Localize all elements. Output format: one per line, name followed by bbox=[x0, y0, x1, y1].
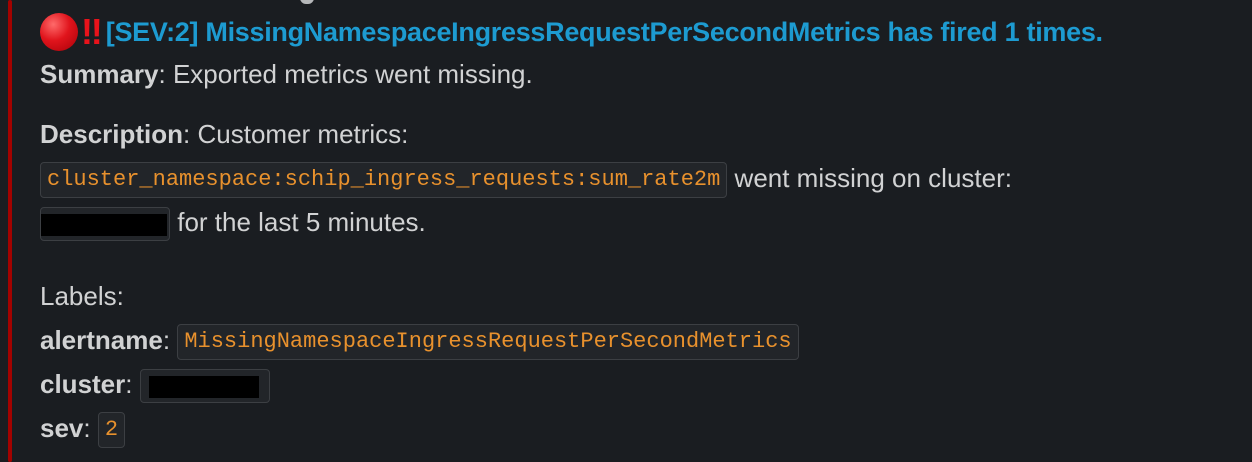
label-sev-sep: : bbox=[83, 413, 91, 443]
label-sev-line: sev: 2 bbox=[40, 406, 1240, 450]
description-metric-line: cluster_namespace:schip_ingress_requests… bbox=[40, 156, 1240, 200]
description-label: Description bbox=[40, 119, 184, 149]
label-cluster-key: cluster bbox=[40, 369, 126, 399]
alert-title-link[interactable]: [SEV:2] MissingNamespaceIngressRequestPe… bbox=[106, 17, 1103, 48]
double-exclamation-icon: ‼ bbox=[81, 11, 103, 52]
summary-separator: : bbox=[158, 59, 166, 89]
description-text: Customer metrics: bbox=[190, 119, 409, 149]
labels-heading: Labels: bbox=[40, 281, 124, 311]
attachment-content: ‼ [SEV:2] MissingNamespaceIngressRequest… bbox=[40, 8, 1240, 450]
label-alertname-sep: : bbox=[162, 325, 171, 355]
label-cluster-sep: : bbox=[125, 369, 133, 399]
red-circle-icon bbox=[40, 13, 78, 51]
alert-attachment: ‼ [SEV:2] MissingNamespaceIngressRequest… bbox=[0, 0, 1252, 462]
attachment-accent-bar bbox=[8, 0, 12, 462]
redaction-block bbox=[41, 214, 167, 237]
label-cluster-value-redacted bbox=[139, 369, 270, 404]
alert-title-row: ‼ [SEV:2] MissingNamespaceIngressRequest… bbox=[40, 8, 1240, 56]
metric-code: cluster_namespace:schip_ingress_requests… bbox=[40, 162, 728, 199]
label-alertname-value: MissingNamespaceIngressRequestPerSecondM… bbox=[177, 324, 799, 361]
summary-line: Summary: Exported metrics went missing. bbox=[40, 52, 1240, 96]
after-metric-text: went missing on cluster: bbox=[727, 163, 1012, 193]
label-alertname-key: alertname bbox=[40, 325, 163, 355]
summary-text: Exported metrics went missing. bbox=[165, 59, 533, 89]
label-sev-key: sev bbox=[40, 413, 84, 443]
after-cluster-text: for the last 5 minutes. bbox=[170, 207, 426, 237]
label-sev-value: 2 bbox=[97, 412, 126, 449]
clipped-glyph bbox=[300, 0, 314, 4]
cluster-code-redacted bbox=[40, 207, 170, 242]
summary-label: Summary bbox=[40, 59, 159, 89]
label-cluster-line: cluster: bbox=[40, 362, 1240, 406]
label-alertname-line: alertname: MissingNamespaceIngressReques… bbox=[40, 318, 1240, 362]
redaction-block bbox=[148, 376, 259, 399]
description-line: Description: Customer metrics: bbox=[40, 112, 1240, 156]
description-cluster-line: for the last 5 minutes. bbox=[40, 200, 1240, 244]
